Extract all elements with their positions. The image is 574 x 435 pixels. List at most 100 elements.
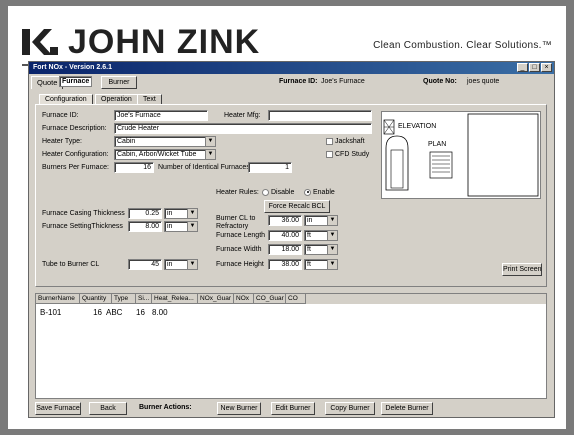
window-controls: _ □ × (517, 63, 552, 72)
slide: JOHN ZINK Clean Combustion. Clear Soluti… (8, 6, 566, 429)
row-burner-name: B-101 (40, 308, 62, 317)
heater-type-label: Heater Type: (42, 138, 82, 145)
chevron-down-icon[interactable]: ▼ (327, 245, 337, 254)
burner-grid: BurnerName Quantity Type Si... Heat_Rele… (35, 293, 547, 399)
table-row[interactable]: B-101 16 ABC 16 8.00 (40, 308, 182, 317)
col-co[interactable]: CO (286, 294, 306, 304)
col-nox[interactable]: NOx (234, 294, 254, 304)
back-button[interactable]: Back (89, 402, 127, 415)
logo-text: JOHN ZINK (68, 22, 261, 61)
setting-thickness-unit-select[interactable]: in ▼ (164, 221, 198, 232)
furnace-description-input[interactable]: Crude Heater (114, 123, 372, 134)
chevron-down-icon[interactable]: ▼ (327, 216, 337, 225)
page-number: 17 (548, 418, 556, 425)
tube-to-burner-label: Tube to Burner CL (42, 261, 100, 268)
chevron-down-icon[interactable]: ▼ (187, 209, 197, 218)
heater-rules-enable[interactable]: Enable (304, 188, 335, 198)
row-heat-release: 8.00 (152, 308, 168, 317)
furnace-id-header-value: Joe's Furnace (321, 78, 365, 85)
casing-thickness-input[interactable]: 0.25 (128, 208, 162, 219)
burners-per-furnace-label: Burners Per Furnace: (42, 164, 109, 171)
close-icon[interactable]: × (541, 63, 552, 72)
furnace-width-unit: ft (307, 246, 311, 253)
col-heat-release[interactable]: Heat_Relea... (152, 294, 198, 304)
furnace-width-input[interactable]: 18.00 (268, 244, 302, 255)
print-screen-button[interactable]: Print Screen (502, 263, 542, 276)
furnace-width-unit-select[interactable]: ft ▼ (304, 244, 338, 255)
row-size: 16 (136, 308, 145, 317)
tab-furnace[interactable]: Furnace (59, 76, 93, 87)
identical-furnaces-input[interactable]: 1 (248, 162, 292, 173)
setting-thickness-label: Furnace SettingThickness (42, 223, 123, 230)
save-furnace-button[interactable]: Save Furnace (35, 402, 81, 415)
window-titlebar: Fort NOx - Version 2.6.1 (29, 62, 554, 74)
delete-burner-button[interactable]: Delete Burner (381, 402, 433, 415)
heater-rules-label: Heater Rules: (216, 189, 259, 196)
burner-cl-refractory-label: Burner CL to Refractory (216, 215, 256, 230)
casing-thickness-unit-select[interactable]: in ▼ (164, 208, 198, 219)
furnace-description-label: Furnace Description: (42, 125, 107, 132)
casing-thickness-unit: in (167, 210, 173, 217)
enable-label: Enable (313, 189, 335, 196)
row-type: ABC (106, 308, 123, 317)
chevron-down-icon[interactable]: ▼ (327, 231, 337, 240)
heater-configuration-value: Cabin, Arbor/Wicket Tube (117, 151, 197, 158)
heater-mfg-input[interactable] (268, 110, 372, 121)
furnace-length-label: Furnace Length (216, 232, 266, 239)
maximize-icon[interactable]: □ (529, 63, 540, 72)
col-nox-guar[interactable]: NOx_Guar (198, 294, 234, 304)
heater-configuration-label: Heater Configuration: (42, 151, 109, 158)
heater-configuration-select[interactable]: Cabin, Arbor/Wicket Tube ▼ (114, 149, 216, 160)
heater-type-select[interactable]: Cabin ▼ (114, 136, 216, 147)
chevron-down-icon[interactable]: ▼ (187, 260, 197, 269)
heater-rules-disable[interactable]: Disable (262, 188, 294, 198)
radio-enable-icon[interactable] (304, 188, 311, 196)
chevron-down-icon[interactable]: ▼ (327, 260, 337, 269)
new-burner-button[interactable]: New Burner (217, 402, 261, 415)
cfd-study-check-icon[interactable] (326, 150, 333, 158)
casing-thickness-label: Furnace Casing Thickness (42, 210, 125, 217)
john-zink-logo-icon (22, 27, 62, 57)
furnace-height-unit-select[interactable]: ft ▼ (304, 259, 338, 270)
furnace-length-input[interactable]: 40.00 (268, 230, 302, 241)
minimize-icon[interactable]: _ (517, 63, 528, 72)
col-co-guar[interactable]: CO_Guar (254, 294, 286, 304)
tagline: Clean Combustion. Clear Solutions.™ (373, 40, 552, 51)
furnace-id-input[interactable]: Joe's Furnace (114, 110, 208, 121)
furnace-height-input[interactable]: 38.00 (268, 259, 302, 270)
col-burnername[interactable]: BurnerName (36, 294, 80, 304)
setting-thickness-input[interactable]: 8.00 (128, 221, 162, 232)
force-recalc-button[interactable]: Force Recalc BCL (264, 200, 330, 213)
heater-diagram: ELEVATION PLAN (381, 111, 541, 199)
chevron-down-icon[interactable]: ▼ (205, 137, 215, 146)
cfd-study-checkbox[interactable]: CFD Study (326, 150, 369, 160)
quote-no-label: Quote No: (423, 78, 457, 85)
chevron-down-icon[interactable]: ▼ (205, 150, 215, 159)
copyright-footer: © 2007 JOHN ZINK COMPANY, LLC (40, 418, 147, 425)
col-quantity[interactable]: Quantity (80, 294, 112, 304)
heater-type-value: Cabin (117, 138, 136, 145)
tab-burner[interactable]: Burner (101, 76, 137, 89)
jackshaft-label: Jackshaft (335, 138, 365, 145)
col-type[interactable]: Type (112, 294, 136, 304)
col-size[interactable]: Si... (136, 294, 152, 304)
tube-to-burner-unit-select[interactable]: in ▼ (164, 259, 198, 270)
burners-per-furnace-input[interactable]: 16 (114, 162, 154, 173)
chevron-down-icon[interactable]: ▼ (187, 222, 197, 231)
grid-header: BurnerName Quantity Type Si... Heat_Rele… (36, 294, 546, 304)
burner-cl-refractory-input[interactable]: 36.00 (268, 215, 302, 226)
jackshaft-checkbox[interactable]: Jackshaft (326, 137, 365, 147)
furnace-id-header-label: Furnace ID: (279, 78, 318, 85)
jackshaft-check-icon[interactable] (326, 137, 333, 145)
burner-cl-refractory-unit-select[interactable]: in ▼ (304, 215, 338, 226)
john-zink-logo: JOHN ZINK (22, 22, 260, 62)
furnace-length-unit-select[interactable]: ft ▼ (304, 230, 338, 241)
radio-disable-icon[interactable] (262, 188, 269, 196)
edit-burner-button[interactable]: Edit Burner (271, 402, 315, 415)
row-quantity: 16 (93, 308, 102, 317)
disable-label: Disable (271, 189, 295, 196)
tube-to-burner-input[interactable]: 45 (128, 259, 162, 270)
copy-burner-button[interactable]: Copy Burner (325, 402, 375, 415)
furnace-id-label: Furnace ID: (42, 112, 79, 119)
setting-thickness-unit: in (167, 223, 173, 230)
